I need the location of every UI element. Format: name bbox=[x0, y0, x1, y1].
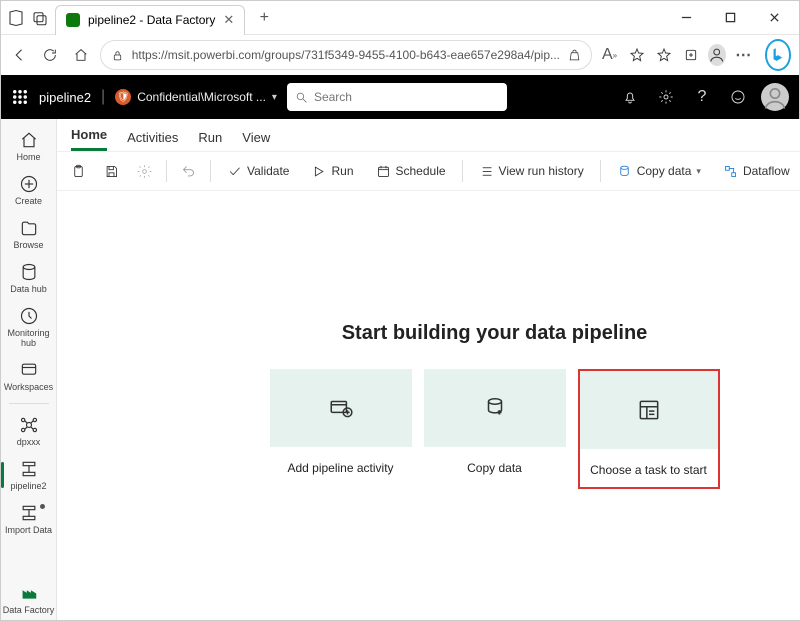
url-input[interactable]: https://msit.powerbi.com/groups/731f5349… bbox=[100, 40, 592, 70]
browser-tab[interactable]: pipeline2 - Data Factory ✕ bbox=[55, 5, 245, 35]
window-minimize-button[interactable] bbox=[667, 4, 705, 32]
card-choose-task[interactable]: Choose a task to start bbox=[578, 369, 720, 489]
undo-button[interactable] bbox=[177, 160, 200, 183]
new-tab-button[interactable]: + bbox=[251, 5, 277, 31]
database-icon bbox=[482, 395, 508, 421]
refresh-button[interactable] bbox=[39, 41, 61, 69]
activity-icon bbox=[328, 395, 354, 421]
tab-view[interactable]: View bbox=[242, 130, 270, 151]
url-text: https://msit.powerbi.com/groups/731f5349… bbox=[132, 48, 560, 62]
pipeline-canvas: Start building your data pipeline Add pi… bbox=[57, 191, 800, 620]
ribbon-tabs: Home Activities Run View bbox=[57, 119, 800, 151]
nav-workspaces[interactable]: Workspaces bbox=[1, 355, 57, 397]
nav-monitoring[interactable]: Monitoring hub bbox=[1, 301, 57, 353]
collections-icon[interactable] bbox=[681, 43, 700, 67]
app-bar: pipeline2 | 🛡 Confidential\Microsoft ...… bbox=[1, 75, 799, 119]
validate-button[interactable]: Validate bbox=[221, 160, 295, 183]
tab-favicon bbox=[66, 13, 80, 27]
tab-home[interactable]: Home bbox=[71, 127, 107, 151]
tab-close-icon[interactable]: ✕ bbox=[223, 12, 234, 28]
bing-chat-icon[interactable] bbox=[765, 39, 791, 71]
favorites-icon[interactable] bbox=[654, 43, 673, 67]
ribbon-toolbar: Validate Run Schedule View run history C… bbox=[57, 151, 800, 191]
settings-icon[interactable] bbox=[653, 84, 679, 110]
shopping-icon[interactable] bbox=[568, 49, 581, 62]
search-icon bbox=[295, 91, 308, 104]
tab-actions-icon[interactable] bbox=[31, 9, 49, 27]
chevron-down-icon: ▾ bbox=[272, 92, 277, 103]
tab-run[interactable]: Run bbox=[198, 130, 222, 151]
nav-create[interactable]: Create bbox=[1, 169, 57, 211]
sensitivity-text: Confidential\Microsoft ... bbox=[137, 90, 266, 104]
canvas-heading: Start building your data pipeline bbox=[342, 322, 648, 345]
browser-addressbar: https://msit.powerbi.com/groups/731f5349… bbox=[1, 35, 799, 75]
card-copy-data[interactable]: Copy data bbox=[424, 369, 566, 489]
pipeline-name: pipeline2 bbox=[39, 90, 91, 105]
shield-icon: 🛡 bbox=[115, 89, 131, 105]
run-button[interactable]: Run bbox=[305, 160, 359, 183]
card-label: Add pipeline activity bbox=[287, 461, 393, 475]
dataflow-button[interactable]: Dataflow bbox=[717, 160, 796, 183]
nav-data-factory[interactable]: Data Factory bbox=[1, 578, 57, 620]
nav-browse[interactable]: Browse bbox=[1, 213, 57, 255]
search-input[interactable] bbox=[314, 90, 499, 104]
schedule-button[interactable]: Schedule bbox=[370, 160, 452, 183]
save-button[interactable] bbox=[100, 160, 123, 183]
card-add-activity[interactable]: Add pipeline activity bbox=[270, 369, 412, 489]
user-avatar[interactable] bbox=[761, 83, 789, 111]
left-navigation: Home Create Browse Data hub Monitoring h… bbox=[1, 119, 57, 620]
feedback-icon[interactable] bbox=[725, 84, 751, 110]
nav-datahub[interactable]: Data hub bbox=[1, 257, 57, 299]
help-icon[interactable]: ? bbox=[689, 84, 715, 110]
nav-import-data[interactable]: Import Data bbox=[1, 498, 57, 540]
home-button[interactable] bbox=[69, 41, 91, 69]
profile-avatar[interactable] bbox=[708, 44, 725, 66]
tab-title: pipeline2 - Data Factory bbox=[88, 13, 215, 27]
workspaces-switcher-icon[interactable] bbox=[7, 9, 25, 27]
notifications-icon[interactable] bbox=[617, 84, 643, 110]
lock-icon bbox=[111, 49, 124, 62]
tab-activities[interactable]: Activities bbox=[127, 130, 178, 151]
paste-button[interactable] bbox=[67, 160, 90, 183]
favorites-add-icon[interactable] bbox=[627, 43, 646, 67]
settings-button[interactable] bbox=[133, 160, 156, 183]
app-launcher-icon[interactable] bbox=[11, 88, 29, 106]
nav-dpxxx[interactable]: dpxxx bbox=[1, 410, 57, 452]
task-icon bbox=[636, 397, 662, 423]
window-close-button[interactable] bbox=[755, 4, 793, 32]
back-button[interactable] bbox=[9, 41, 31, 69]
card-label: Choose a task to start bbox=[590, 463, 707, 477]
copy-data-button[interactable]: Copy data▾ bbox=[611, 160, 707, 183]
nav-home[interactable]: Home bbox=[1, 125, 57, 167]
read-aloud-icon[interactable]: A» bbox=[600, 43, 619, 67]
sensitivity-label[interactable]: 🛡 Confidential\Microsoft ... ▾ bbox=[115, 89, 277, 105]
card-label: Copy data bbox=[467, 461, 522, 475]
browser-titlebar: pipeline2 - Data Factory ✕ + bbox=[1, 1, 799, 35]
window-maximize-button[interactable] bbox=[711, 4, 749, 32]
more-icon[interactable]: ⋯ bbox=[734, 43, 753, 67]
app-search[interactable] bbox=[287, 83, 507, 111]
nav-pipeline2[interactable]: pipeline2 bbox=[1, 454, 57, 496]
view-run-history-button[interactable]: View run history bbox=[473, 160, 590, 183]
